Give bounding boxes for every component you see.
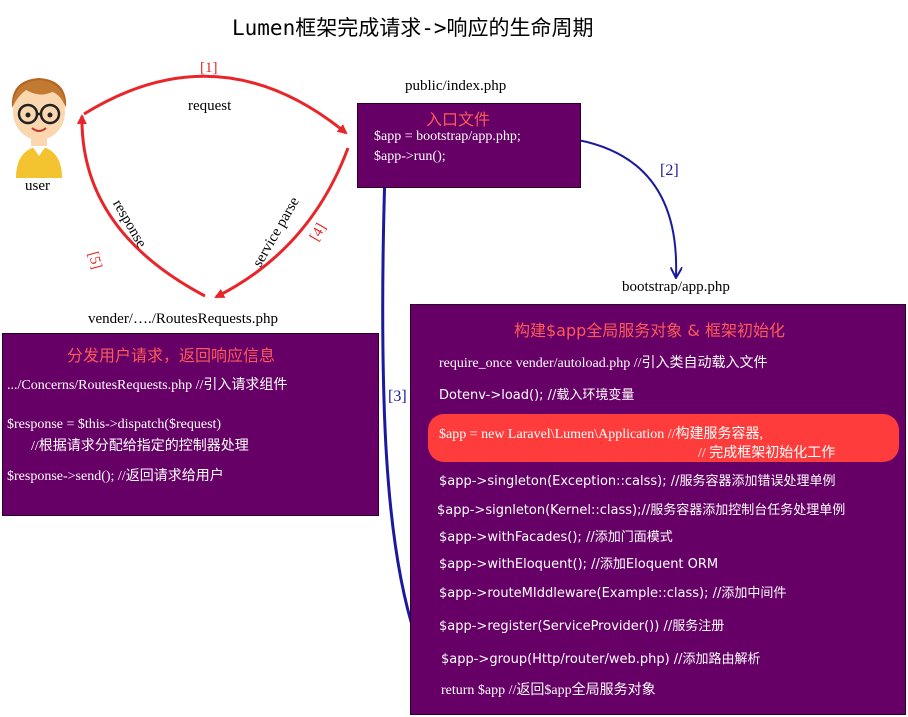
user-label: user [25,178,50,194]
app-line-group: $app->group(Http/router/web.php) //添加路由解… [441,652,761,667]
app-line-dotenv: Dotenv->load(); //载入环境变量 [439,388,635,403]
app-line-new-application: $app = new Laravel\Lumen\Application //构… [439,427,763,442]
app-line-register: $app->register(ServiceProvider()) //服务注册 [439,619,725,634]
app-line-kernel: $app->signleton(Kernel::class);//服务容器添加控… [437,503,846,518]
routes-line-2: $response = $this->dispatch($request) [7,417,222,432]
app-line-autoload: require_once vender/autoload.php //引入类自动… [439,356,768,371]
routes-box-heading: 分发用户请求，返回响应信息 [67,346,276,365]
app-box-heading: 构建$app全局服务对象 & 框架初始化 [514,321,785,340]
routes-requests-box: 分发用户请求，返回响应信息 .../Concerns/RoutesRequest… [2,333,379,516]
bootstrap-app-box: 构建$app全局服务对象 & 框架初始化 require_once vender… [410,304,906,715]
app-line-singleton: $app->singleton(Exception::calss); //服务容… [439,474,836,489]
app-line-eloquent: $app->withEloquent(); //添加Eloquent ORM [439,557,719,572]
index-file-label: public/index.php [405,78,507,94]
request-label: request [188,98,232,114]
app-line-facades: $app->withFacades(); //添加门面模式 [439,530,673,545]
index-line-1: $app = bootstrap/app.php; [374,129,521,144]
app-line-init-comment: // 完成框架初始化工作 [698,446,836,461]
user-avatar-icon [11,78,67,178]
step-2-label: [2] [660,162,679,179]
routes-line-1: .../Concerns/RoutesRequests.php //引入请求组件 [7,378,288,393]
index-php-box: 入口文件 $app = bootstrap/app.php; $app->run… [357,103,581,188]
routes-file-label: vender/…./RoutesRequests.php [88,311,278,327]
routes-line-3: //根据请求分配给指定的控制器处理 [31,439,249,454]
step-1-label: [1] [200,60,218,76]
app-line-return: return $app //返回$app全局服务对象 [441,683,656,698]
step-3-label: [3] [388,388,407,405]
app-line-middleware: $app->routeMIddleware(Example::class); /… [439,586,787,601]
app-file-label: bootstrap/app.php [622,279,730,295]
arrow-bootstrap [577,139,676,276]
index-line-2: $app->run(); [374,149,446,164]
arrow-response [76,114,206,298]
routes-line-4: $response->send(); //返回请求给用户 [7,469,224,484]
index-box-heading: 入口文件 [426,110,491,129]
